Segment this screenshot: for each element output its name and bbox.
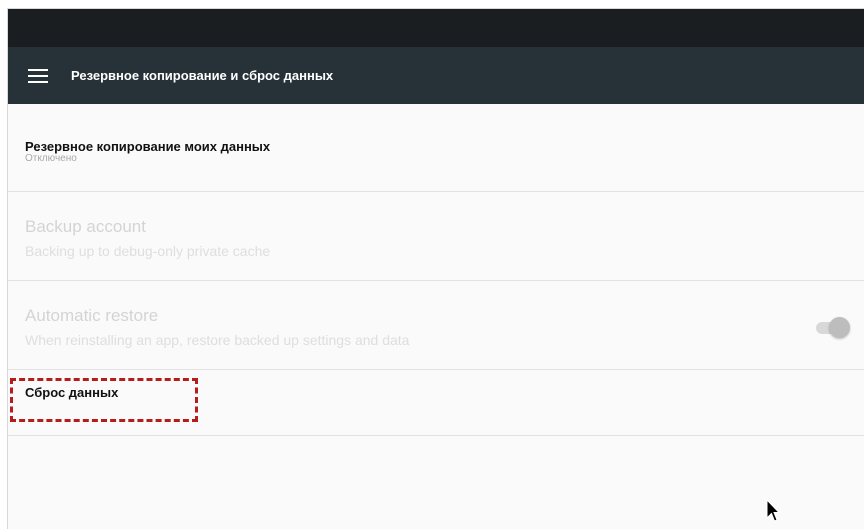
pref-factory-reset[interactable]: Сброс данных (8, 370, 864, 436)
pref-title: Сброс данных (25, 385, 119, 400)
pref-backup-account: Backup account Backing up to debug-only … (8, 192, 864, 281)
toggle-thumb (829, 317, 850, 338)
status-bar (8, 9, 864, 47)
pref-title: Резервное копирование моих данных (25, 139, 271, 154)
android-settings-screen: Резервное копирование и сброс данных Рез… (7, 8, 864, 529)
pref-title: Backup account (25, 217, 146, 236)
pref-summary: When reinstalling an app, restore backed… (25, 332, 410, 348)
page-title: Резервное копирование и сброс данных (71, 68, 334, 83)
mouse-pointer-icon (766, 499, 780, 522)
pref-summary: Backing up to debug-only private cache (25, 243, 271, 259)
pref-backup-my-data[interactable]: Резервное копирование моих данных Отключ… (8, 104, 864, 192)
hamburger-menu-icon[interactable] (28, 68, 48, 83)
pref-automatic-restore: Automatic restore When reinstalling an a… (8, 281, 864, 370)
pref-summary: Отключено (25, 153, 77, 164)
automatic-restore-toggle[interactable] (814, 317, 850, 338)
pref-title: Automatic restore (25, 306, 159, 325)
app-toolbar: Резервное копирование и сброс данных (8, 47, 864, 104)
settings-list: Резервное копирование моих данных Отключ… (8, 104, 864, 436)
